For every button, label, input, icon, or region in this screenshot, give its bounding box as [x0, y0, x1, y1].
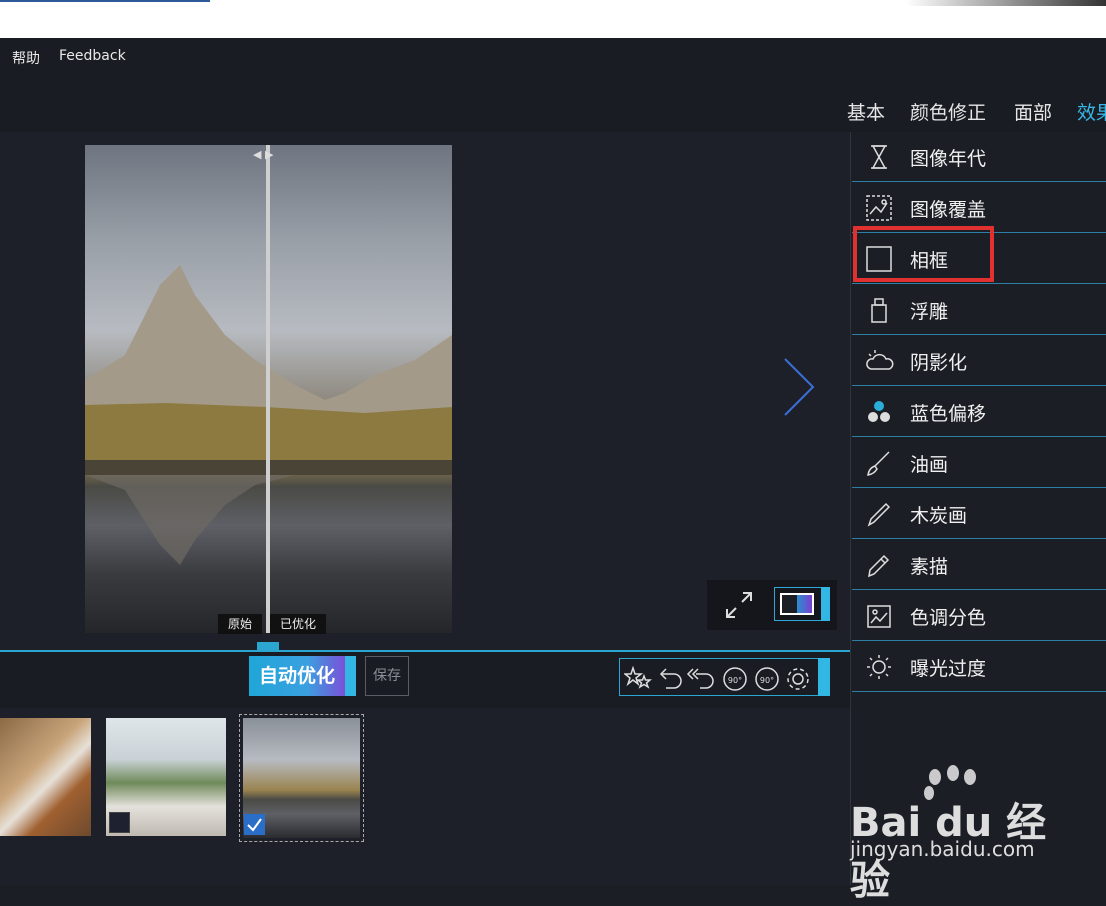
menu-help[interactable]: 帮助 [12, 48, 40, 68]
panel-item-image-age[interactable]: 图像年代 [852, 132, 1106, 182]
tab-bar: 基本 颜色修正 面部 效果 [841, 98, 1106, 132]
panel-item-label: 蓝色偏移 [910, 403, 987, 425]
menu-feedback[interactable]: Feedback [59, 48, 126, 64]
next-image-icon[interactable] [782, 357, 816, 421]
panel-item-label: 图像覆盖 [910, 199, 987, 221]
thumbnail-food[interactable] [0, 718, 91, 836]
panel-item-label: 浮雕 [910, 301, 949, 323]
brush-icon [865, 449, 893, 477]
compare-divider[interactable] [266, 145, 270, 633]
panel-item-overexposure[interactable]: 曝光过度 [852, 642, 1106, 692]
top-window-strip [0, 0, 1106, 38]
rotate-left-label: 90° [728, 676, 742, 685]
hourglass-icon [865, 143, 893, 171]
panel-item-label: 阴影化 [910, 352, 968, 374]
panel-item-shadow[interactable]: 阴影化 [852, 336, 1106, 386]
panel-item-blue-shift[interactable]: 蓝色偏移 [852, 387, 1106, 437]
top-shadow [906, 0, 1106, 6]
charcoal-icon [865, 500, 893, 528]
label-original: 原始 [218, 614, 263, 634]
label-optimized: 已优化 [270, 614, 327, 634]
panel-item-tone-separation[interactable]: 色调分色 [852, 591, 1106, 641]
emboss-icon [865, 296, 893, 324]
collapse-chevron-icon[interactable] [257, 642, 279, 652]
stars-icon[interactable] [622, 665, 653, 694]
tab-basic[interactable]: 基本 [847, 98, 885, 125]
thumbnail-checkbox-checked[interactable] [244, 814, 265, 835]
split-view-icon [780, 593, 814, 615]
menu-bar: 帮助 Feedback 基本 颜色修正 面部 效果 [0, 38, 1106, 132]
auto-optimize-dropdown[interactable] [345, 656, 356, 696]
panel-item-label: 素描 [910, 556, 949, 578]
fullscreen-icon[interactable] [722, 588, 756, 626]
panel-item-label: 曝光过度 [910, 658, 987, 680]
sun-icon [865, 653, 893, 681]
panel-item-sketch[interactable]: 素描 [852, 540, 1106, 590]
tone-image-icon [865, 602, 893, 630]
toolbar-dropdown-arrow[interactable] [818, 658, 830, 696]
panel-item-charcoal[interactable]: 木炭画 [852, 489, 1106, 539]
thumbnail-checkbox-unchecked[interactable] [109, 812, 130, 833]
color-dots-icon [865, 398, 893, 426]
watermark-url: jingyan.baidu.com [850, 837, 1035, 861]
panel-item-label: 木炭画 [910, 505, 968, 527]
divider-handle-icon[interactable]: ◀ ▶ [253, 148, 283, 162]
panel-item-label: 色调分色 [910, 607, 987, 629]
baidu-watermark: Bai du 经验 jingyan.baidu.com [845, 765, 1085, 904]
settings-icon[interactable] [784, 666, 812, 696]
view-tools [707, 580, 837, 630]
edit-toolbar: 90° 90° [619, 658, 830, 696]
panel-item-emboss[interactable]: 浮雕 [852, 285, 1106, 335]
compare-dropdown-arrow[interactable] [821, 587, 830, 621]
rotate-right-label: 90° [760, 676, 774, 685]
auto-optimize-button[interactable]: 自动优化 [249, 656, 345, 696]
cloud-sun-icon [865, 347, 894, 375]
top-accent-line [0, 0, 210, 2]
undo-icon[interactable] [656, 666, 684, 694]
image-overlay-icon [865, 194, 893, 222]
tab-face[interactable]: 面部 [1014, 98, 1052, 125]
compare-view-button[interactable] [774, 587, 830, 621]
pencil-icon [865, 551, 893, 579]
tab-color-correction[interactable]: 颜色修正 [910, 98, 986, 125]
undo-all-icon[interactable] [686, 666, 716, 694]
annotation-highlight-box [853, 226, 994, 282]
rotate-left-90-icon[interactable]: 90° [720, 666, 750, 696]
rotate-right-90-icon[interactable]: 90° [752, 666, 782, 696]
tab-effects[interactable]: 效果 [1077, 98, 1106, 125]
panel-item-oil-painting[interactable]: 油画 [852, 438, 1106, 488]
save-button[interactable]: 保存 [365, 656, 409, 696]
panel-item-label: 油画 [910, 454, 949, 476]
panel-item-label: 图像年代 [910, 148, 987, 170]
